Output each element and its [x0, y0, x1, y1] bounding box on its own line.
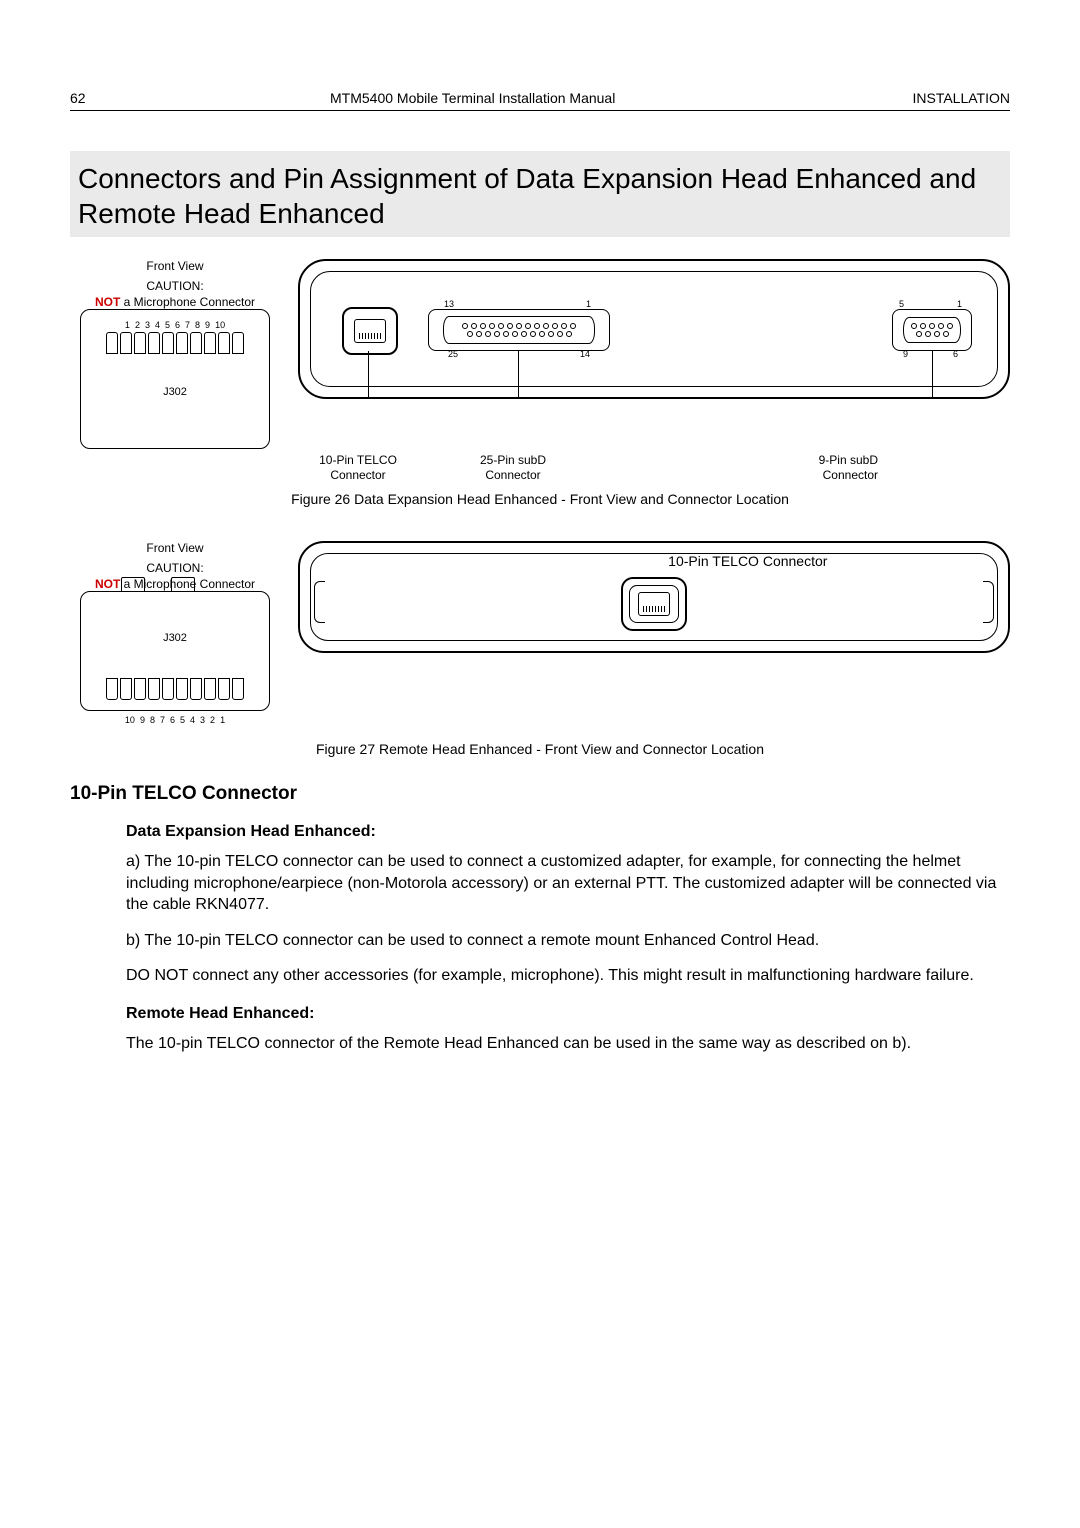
- db9-connector-label: 9-Pin subDConnector: [608, 453, 898, 483]
- db25-connector-label: 25-Pin subDConnector: [418, 453, 608, 483]
- not-word: NOT: [95, 577, 120, 591]
- section-heading-telco: 10-Pin TELCO Connector: [70, 783, 1010, 805]
- fig26-pin-slots: [106, 332, 244, 354]
- page-title: Connectors and Pin Assignment of Data Ex…: [78, 161, 1002, 231]
- fig26-front-view-label: Front View: [70, 259, 280, 273]
- pin-num-14: 14: [580, 349, 590, 359]
- page-header: 62 MTM5400 Mobile Terminal Installation …: [70, 90, 1010, 111]
- pin-num-5: 5: [899, 299, 904, 309]
- subheading-deh: Data Expansion Head Enhanced:: [126, 823, 1010, 841]
- pin-num-9: 9: [903, 349, 908, 359]
- page: 62 MTM5400 Mobile Terminal Installation …: [0, 0, 1080, 1528]
- figure-27: Front View CAUTION: NOT a Microphone Con…: [70, 541, 1010, 727]
- pin-num-25: 25: [448, 349, 458, 359]
- not-tail: a Microphone Connector: [120, 295, 255, 309]
- fig26-j302-box: 12345678910 J302: [80, 309, 270, 449]
- section-name: INSTALLATION: [850, 90, 1010, 106]
- paragraph-b: b) The 10-pin TELCO connector can be use…: [126, 930, 1010, 952]
- pin-num-1b: 1: [957, 299, 962, 309]
- page-number: 62: [70, 90, 190, 106]
- fig26-not-mic: NOT a Microphone Connector: [70, 295, 280, 309]
- pin-num-1a: 1: [586, 299, 591, 309]
- notch-icon: [314, 581, 325, 623]
- paragraph-a: a) The 10-pin TELCO connector can be use…: [126, 851, 1010, 916]
- leader-line: [932, 351, 933, 399]
- fig26-connector-labels: 10-Pin TELCOConnector 25-Pin subDConnect…: [298, 453, 1010, 483]
- fig26-left-block: Front View CAUTION: NOT a Microphone Con…: [70, 259, 280, 449]
- jack-icon: [171, 577, 195, 592]
- fig27-telco-label: 10-Pin TELCO Connector: [668, 553, 827, 569]
- notch-icon: [983, 581, 994, 623]
- not-word: NOT: [95, 295, 120, 309]
- fig26-j302-label: J302: [163, 386, 187, 398]
- telco-connector-icon: [621, 577, 687, 631]
- fig27-device: 10-Pin TELCO Connector: [298, 541, 1010, 653]
- figure-26: Front View CAUTION: NOT a Microphone Con…: [70, 259, 1010, 449]
- paragraph-warning: DO NOT connect any other accessories (fo…: [126, 965, 1010, 987]
- fig26-caution: CAUTION:: [70, 279, 280, 293]
- leader-line: [368, 351, 369, 399]
- fig26-device: 13 1 25 14 5 1 9 6: [298, 259, 1010, 399]
- fig27-front-view-label: Front View: [70, 541, 280, 555]
- fig27-left-block: Front View CAUTION: NOT a Microphone Con…: [70, 541, 280, 727]
- pin-num-6: 6: [953, 349, 958, 359]
- jack-icon: [121, 577, 145, 592]
- subheading-rhe: Remote Head Enhanced:: [126, 1005, 1010, 1023]
- fig27-j302-label: J302: [163, 632, 187, 644]
- doc-title: MTM5400 Mobile Terminal Installation Man…: [190, 90, 850, 106]
- fig26-pin-numbers: 12345678910: [125, 320, 225, 330]
- telco-connector-label: 10-Pin TELCOConnector: [298, 453, 418, 483]
- db25-connector-icon: [428, 309, 610, 351]
- fig27-pin-slots: [106, 678, 244, 700]
- fig27-j302-box: J302: [80, 591, 270, 711]
- pin-num-13: 13: [444, 299, 454, 309]
- telco-connector-icon: [342, 307, 398, 355]
- leader-line: [518, 351, 519, 399]
- figure-27-caption: Figure 27 Remote Head Enhanced - Front V…: [70, 741, 1010, 757]
- title-bar: Connectors and Pin Assignment of Data Ex…: [70, 151, 1010, 237]
- db9-connector-icon: [892, 309, 972, 351]
- paragraph-rhe: The 10-pin TELCO connector of the Remote…: [126, 1033, 1010, 1055]
- fig27-caution: CAUTION:: [70, 561, 280, 575]
- fig27-pin-numbers: 10987654321: [70, 715, 280, 725]
- figure-26-caption: Figure 26 Data Expansion Head Enhanced -…: [70, 491, 1010, 507]
